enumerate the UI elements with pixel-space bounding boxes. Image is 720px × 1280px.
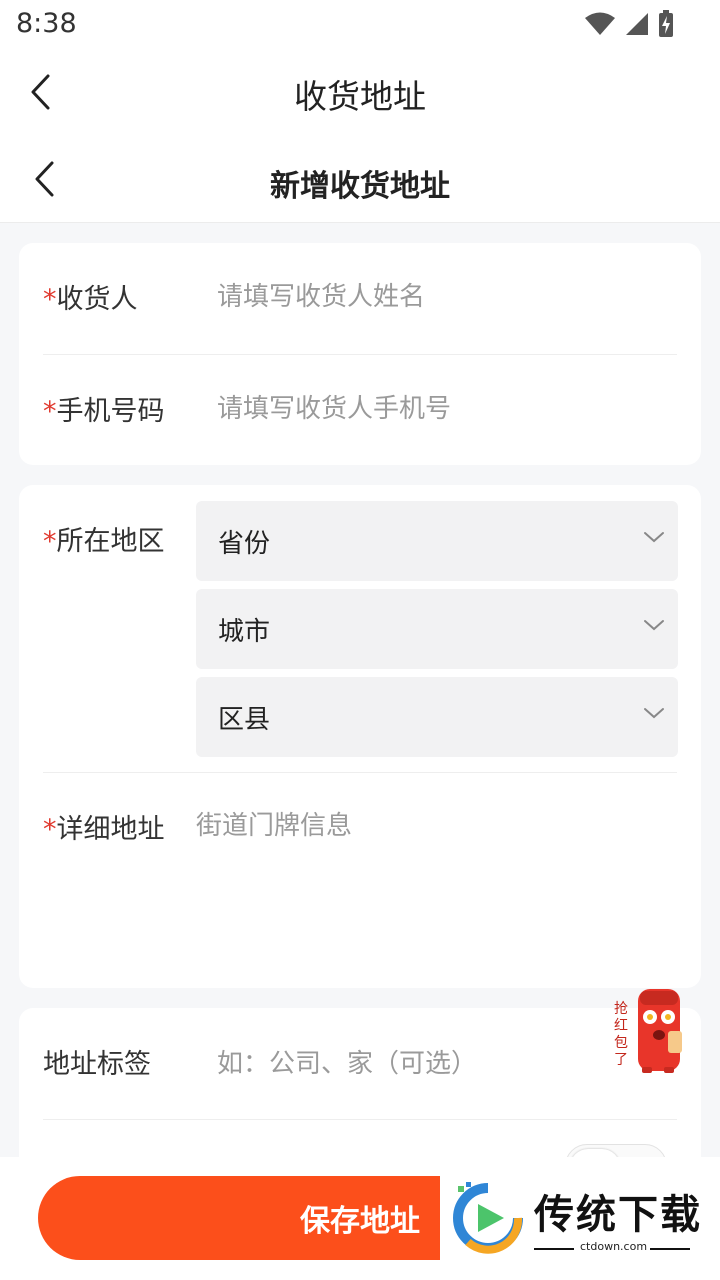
required-mark: *: [43, 814, 57, 845]
chevron-down-icon: [644, 620, 664, 631]
save-address-label: 保存地址: [300, 1204, 420, 1239]
save-address-button[interactable]: 保存地址: [38, 1176, 440, 1260]
phone-label-text: 手机号码: [56, 396, 165, 427]
brand-logo-icon: [453, 1182, 523, 1254]
divider: [43, 354, 677, 355]
status-bar: 8:38: [0, 0, 720, 50]
district-value: 区县: [218, 705, 271, 735]
region-label-text: 所在地区: [56, 526, 165, 557]
required-mark: *: [43, 526, 57, 557]
chevron-down-icon: [644, 708, 664, 719]
wifi-icon: [585, 12, 615, 35]
watermark-logo: 传统下载 ctdown.com: [440, 1172, 720, 1280]
city-select[interactable]: 城市: [196, 589, 678, 669]
red-packet-text: 抢红包了: [614, 1001, 628, 1068]
form-title: 新增收货地址: [270, 169, 450, 204]
chevron-down-icon: [644, 532, 664, 543]
detail-address-textarea[interactable]: [196, 805, 666, 965]
status-time: 8:38: [16, 8, 77, 39]
city-value: 城市: [218, 617, 271, 647]
brand-name: 传统下载: [534, 1192, 702, 1238]
detail-label-text: 详细地址: [56, 814, 165, 845]
status-icons: [584, 10, 674, 38]
brand-rule-right: [650, 1248, 690, 1250]
page-title: 收货地址: [294, 77, 426, 116]
receiver-label: *收货人: [43, 277, 138, 316]
primary-nav-bar: 收货地址: [0, 50, 720, 135]
contact-card: *收货人 *手机号码: [19, 243, 701, 465]
phone-label: *手机号码: [43, 389, 165, 428]
divider: [43, 772, 677, 773]
province-value: 省份: [218, 529, 271, 559]
brand-rule-left: [534, 1248, 574, 1250]
required-mark: *: [43, 284, 57, 315]
receiver-label-text: 收货人: [56, 284, 138, 315]
battery-icon: [659, 10, 673, 37]
divider: [43, 1119, 677, 1120]
signal-icon: [626, 13, 648, 35]
receiver-input[interactable]: [217, 279, 657, 315]
secondary-nav-bar: 新增收货地址: [0, 135, 720, 223]
address-card: *所在地区 省份 城市 区县 *详细地址: [19, 485, 701, 988]
detail-label: *详细地址: [43, 807, 165, 846]
brand-site: ctdown.com: [580, 1240, 648, 1253]
tag-input[interactable]: [217, 1046, 617, 1082]
bottom-bar: 保存地址 传统下载 ctdown.com: [0, 1157, 720, 1280]
tag-label: 地址标签: [43, 1049, 151, 1080]
phone-input[interactable]: [217, 391, 657, 427]
required-mark: *: [43, 396, 57, 427]
province-select[interactable]: 省份: [196, 501, 678, 581]
red-packet-float[interactable]: 抢红包了: [612, 985, 690, 1081]
district-select[interactable]: 区县: [196, 677, 678, 757]
region-label: *所在地区: [43, 519, 165, 558]
